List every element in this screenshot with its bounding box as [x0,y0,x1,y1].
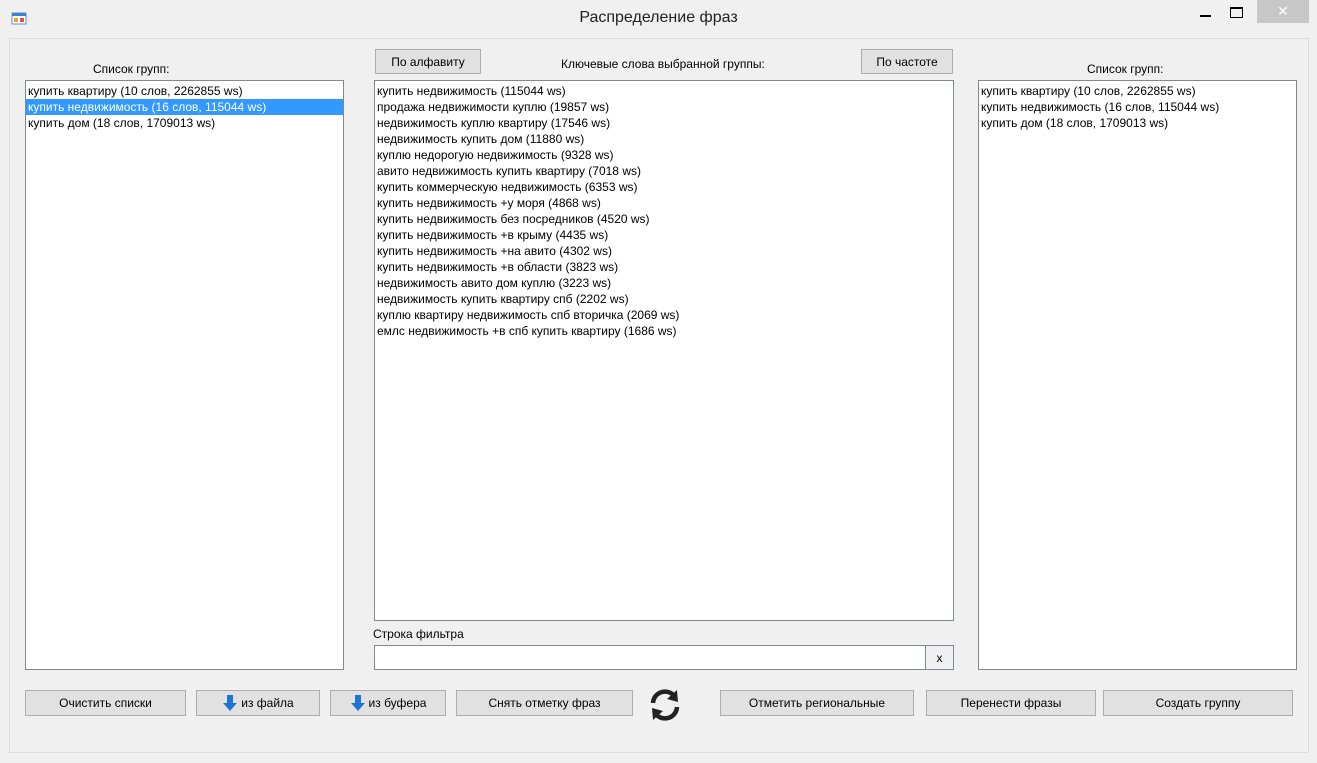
import-from-file-button[interactable]: из файла [196,690,320,716]
list-item[interactable]: купить коммерческую недвижимость (6353 w… [375,179,953,195]
list-item[interactable]: купить дом (18 слов, 1709013 ws) [26,115,343,131]
keywords-label: Ключевые слова выбранной группы: [561,57,765,71]
uncheck-phrases-button[interactable]: Снять отметку фраз [456,690,633,716]
create-group-button[interactable]: Создать группу [1103,690,1293,716]
list-item[interactable]: куплю квартиру недвижимость спб вторичка… [375,307,953,323]
arrow-down-icon [223,695,238,711]
move-phrases-button[interactable]: Перенести фразы [926,690,1096,716]
sort-alphabetical-button[interactable]: По алфавиту [375,49,481,74]
list-item[interactable]: недвижимость купить квартиру спб (2202 w… [375,291,953,307]
list-item[interactable]: купить недвижимость (16 слов, 115044 ws) [979,99,1296,115]
filter-input[interactable] [374,645,926,670]
left-groups-listbox[interactable]: купить квартиру (10 слов, 2262855 ws) куп… [25,80,344,670]
list-item[interactable]: купить квартиру (10 слов, 2262855 ws) [26,83,343,99]
list-item[interactable]: купить недвижимость +на авито (4302 ws) [375,243,953,259]
list-item[interactable]: продажа недвижимости куплю (19857 ws) [375,99,953,115]
main-panel: Список групп: купить квартиру (10 слов, … [9,38,1309,753]
close-icon: ✕ [1277,3,1289,19]
list-item[interactable]: куплю недорогую недвижимость (9328 ws) [375,147,953,163]
arrow-down-icon [350,695,365,711]
list-item[interactable]: недвижимость куплю квартиру (17546 ws) [375,115,953,131]
maximize-button[interactable] [1224,0,1248,24]
list-item[interactable]: купить недвижимость (115044 ws) [375,83,953,99]
list-item[interactable]: купить недвижимость (16 слов, 115044 ws) [26,99,343,115]
list-item[interactable]: недвижимость купить дом (11880 ws) [375,131,953,147]
import-from-file-label: из файла [241,696,294,710]
close-button[interactable]: ✕ [1257,0,1309,23]
sort-frequency-button[interactable]: По частоте [861,49,953,74]
filter-label: Строка фильтра [373,627,464,641]
minimize-icon [1199,15,1211,17]
window-title: Распределение фраз [579,9,738,26]
list-item[interactable]: авито недвижимость купить квартиру (7018… [375,163,953,179]
minimize-button[interactable] [1193,0,1217,24]
clear-lists-button[interactable]: Очистить списки [25,690,186,716]
list-item[interactable]: купить недвижимость +в крыму (4435 ws) [375,227,953,243]
title-bar: Распределение фраз ✕ [0,0,1317,38]
keywords-listbox[interactable]: купить недвижимость (115044 ws) продажа н… [374,80,954,621]
list-item[interactable]: купить недвижимость без посредников (452… [375,211,953,227]
clear-filter-button[interactable]: x [925,645,954,670]
left-groups-label: Список групп: [93,62,170,76]
mark-regional-button[interactable]: Отметить региональные [720,690,914,716]
right-groups-listbox[interactable]: купить квартиру (10 слов, 2262855 ws) куп… [978,80,1297,670]
list-item[interactable]: купить недвижимость +в области (3823 ws) [375,259,953,275]
import-from-clipboard-label: из буфера [368,696,427,710]
maximize-icon [1229,6,1243,18]
list-item[interactable]: купить недвижимость +у моря (4868 ws) [375,195,953,211]
refresh-icon[interactable] [647,687,683,723]
list-item[interactable]: купить квартиру (10 слов, 2262855 ws) [979,83,1296,99]
list-item[interactable]: емлс недвижимость +в спб купить квартиру… [375,323,953,339]
list-item[interactable]: купить дом (18 слов, 1709013 ws) [979,115,1296,131]
import-from-clipboard-button[interactable]: из буфера [330,690,446,716]
right-groups-label: Список групп: [1087,62,1164,76]
list-item[interactable]: недвижимость авито дом куплю (3223 ws) [375,275,953,291]
